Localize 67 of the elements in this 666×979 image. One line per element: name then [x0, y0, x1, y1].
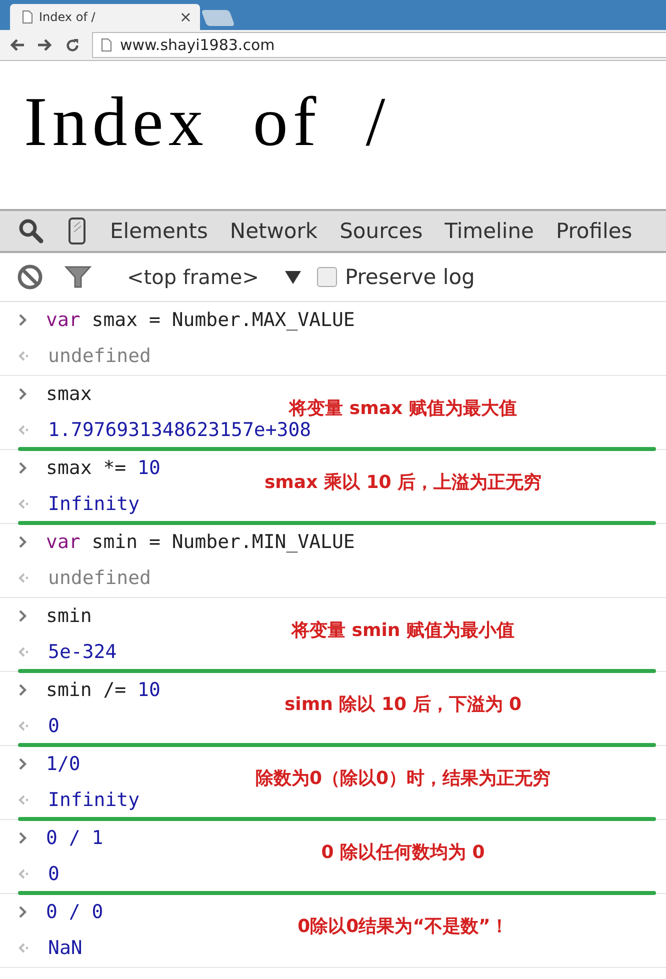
prompt-icon [18, 683, 28, 697]
console-result: 1.7976931348623157e+308 [48, 419, 312, 441]
reload-icon[interactable] [65, 38, 80, 52]
console-result: 5e-324 [48, 641, 117, 663]
phone-icon[interactable] [68, 217, 86, 245]
new-tab-button[interactable] [201, 10, 235, 26]
console-result: 0 [48, 863, 60, 885]
console-result: Infinity [48, 493, 140, 515]
prompt-icon [18, 757, 28, 771]
annotation: smax 乘以 10 后，上溢为正无穷 [263, 471, 543, 494]
browser-tab[interactable]: Index of / × [10, 4, 200, 30]
devtools-tab[interactable]: Network [230, 211, 318, 251]
devtools-tab[interactable]: Sources [340, 211, 423, 251]
console-command: 1/0 [46, 753, 80, 775]
prompt-icon [18, 461, 28, 475]
result-icon [18, 645, 30, 659]
page-heading: Index of / [23, 83, 392, 163]
page-icon [101, 38, 112, 52]
annotation: 除数为0（除以0）时，结果为正无穷 [254, 767, 552, 790]
prompt-icon [18, 387, 28, 401]
console-command: var smin = Number.MIN_VALUE [46, 531, 355, 553]
result-icon [18, 423, 30, 437]
result-icon [18, 719, 30, 733]
checkbox[interactable] [316, 267, 337, 287]
back-icon[interactable] [9, 38, 25, 52]
console-command: 0 / 0 [46, 901, 104, 923]
prompt-icon [18, 313, 28, 327]
annotation: 0除以0结果为“不是数”！ [296, 915, 510, 938]
checkbox-label: Preserve log [344, 265, 475, 289]
devtools-tab[interactable]: Profiles [556, 211, 632, 251]
prompt-icon [18, 831, 28, 845]
devtools-tab[interactable]: Timeline [444, 211, 534, 251]
annotation: simn 除以 10 后，下溢为 0 [283, 693, 523, 716]
console-command: 0 / 1 [46, 827, 104, 849]
page-icon [22, 10, 33, 24]
console-result: Infinity [48, 789, 140, 811]
filter-icon[interactable] [64, 264, 92, 290]
tab-title: Index of / [39, 10, 96, 24]
forward-icon[interactable] [37, 38, 53, 52]
prompt-icon [18, 905, 28, 919]
console-result: 0 [48, 715, 60, 737]
caret-icon [284, 270, 301, 284]
result-icon [18, 941, 30, 955]
annotation: 将变量 smax 赋值为最大值 [287, 397, 518, 420]
console-command: smin /= 10 [46, 679, 160, 701]
console-command: smax [46, 383, 92, 405]
search-icon[interactable] [18, 218, 44, 244]
console-result: undefined [48, 567, 151, 589]
console-result: undefined [48, 345, 151, 367]
result-icon [18, 867, 30, 881]
prompt-icon [18, 609, 28, 623]
console-command: smin [46, 605, 92, 627]
console-command: var smax = Number.MAX_VALUE [46, 309, 355, 331]
result-icon [18, 571, 30, 585]
frame-select[interactable]: <top frame> [127, 265, 301, 289]
console-command: smax *= 10 [46, 457, 160, 479]
address-field[interactable]: www.shayi1983.com [92, 32, 666, 58]
annotation: 将变量 smin 赋值为最小值 [290, 619, 516, 642]
result-icon [18, 793, 30, 807]
console-result: NaN [48, 937, 82, 959]
devtools-tab[interactable]: Elements [110, 211, 208, 251]
result-icon [18, 497, 30, 511]
clear-icon[interactable] [17, 264, 43, 290]
close-icon[interactable]: × [179, 8, 192, 26]
annotation: 0 除以任何数均为 0 [320, 841, 486, 864]
prompt-icon [18, 535, 28, 549]
result-icon [18, 349, 30, 363]
